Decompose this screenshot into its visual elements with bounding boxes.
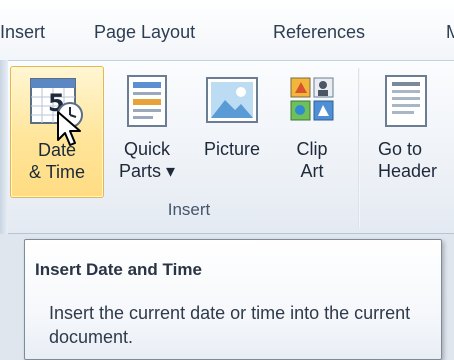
- clip-art-icon: [290, 77, 334, 121]
- tab-references[interactable]: References: [273, 22, 365, 43]
- quick-parts-icon: [127, 75, 167, 127]
- clip-art-label: Clip Art: [296, 139, 328, 181]
- date-time-tooltip: Insert Date and Time Insert the current …: [24, 239, 442, 360]
- mouse-cursor-icon: [57, 111, 81, 146]
- tab-page-layout[interactable]: Page Layout: [94, 22, 195, 43]
- quick-parts-label: Quick Parts ▾: [118, 139, 176, 181]
- picture-label: Picture: [203, 139, 261, 159]
- picture-button[interactable]: Picture: [192, 66, 272, 198]
- tab-mailings[interactable]: Mailings: [446, 22, 454, 43]
- quick-parts-button[interactable]: Quick Parts ▾: [112, 66, 182, 198]
- go-to-header-button[interactable]: Go to Header: [372, 66, 454, 198]
- tab-insert[interactable]: Insert: [0, 22, 45, 43]
- go-to-header-label: Go to Header: [378, 139, 438, 181]
- ribbon-tab-strip: Insert Page Layout References Mailings: [0, 0, 454, 60]
- picture-icon: [206, 77, 258, 123]
- tooltip-title: Insert Date and Time: [35, 260, 202, 279]
- insert-group-label: Insert: [167, 200, 211, 219]
- header-page-icon: [385, 75, 427, 127]
- tooltip-description: Insert the current date or time into the…: [49, 303, 411, 347]
- clip-art-button[interactable]: Clip Art: [280, 66, 344, 198]
- ribbon-left-edge: [0, 60, 8, 234]
- group-separator: [358, 68, 360, 228]
